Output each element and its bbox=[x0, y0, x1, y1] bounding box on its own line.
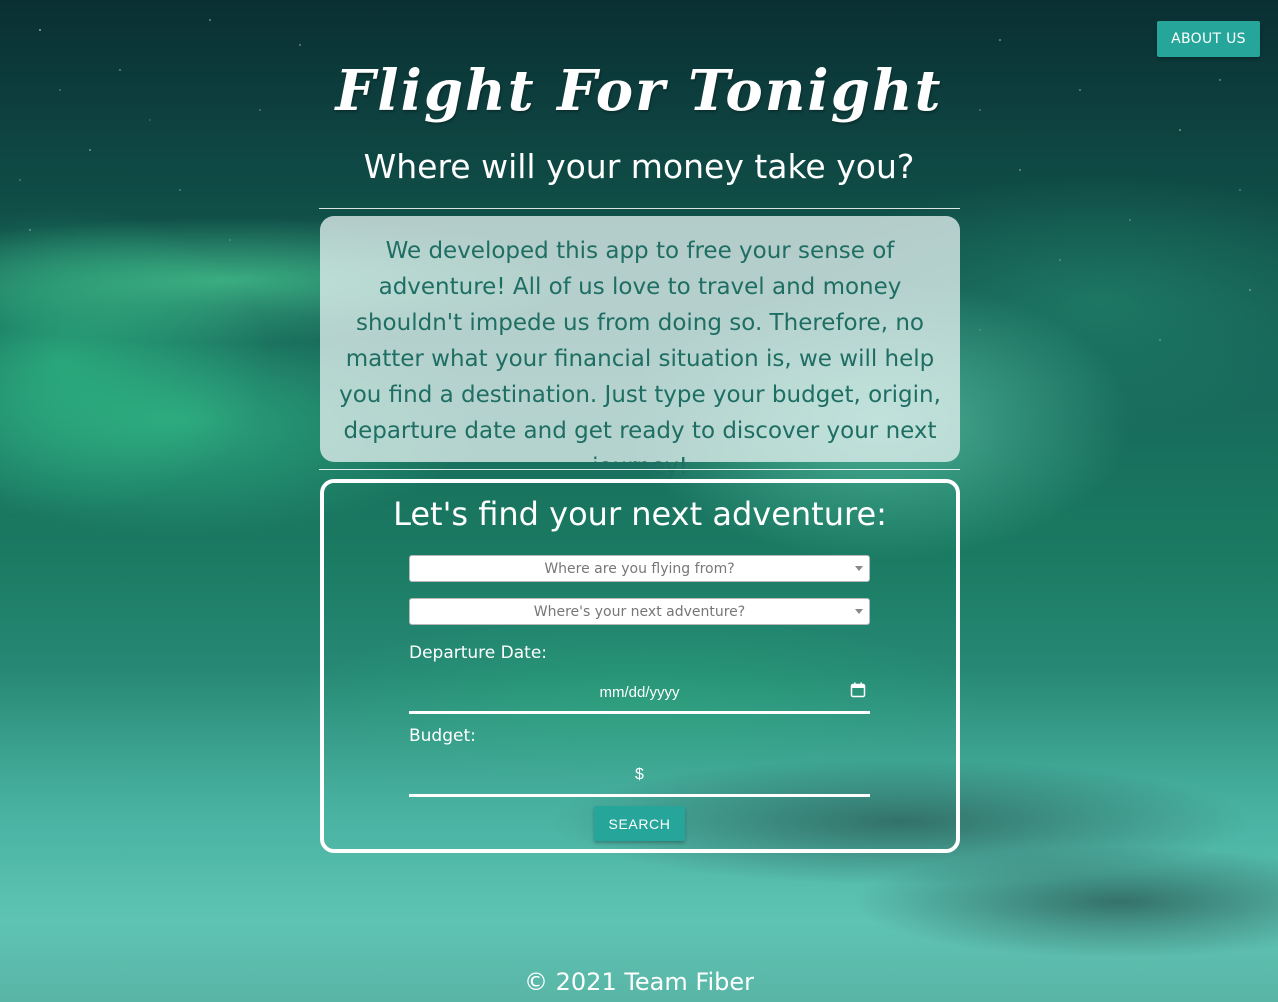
origin-select[interactable]: Where are you flying from? bbox=[409, 555, 870, 582]
date-placeholder: mm/dd/yyyy bbox=[599, 684, 680, 701]
budget-input[interactable]: $ bbox=[409, 756, 870, 797]
page-title: Flight For Tonight bbox=[335, 58, 943, 124]
budget-label: Budget: bbox=[409, 726, 476, 746]
about-description: We developed this app to free your sense… bbox=[320, 216, 960, 480]
destination-select-placeholder: Where's your next adventure? bbox=[533, 603, 746, 620]
departure-date-input[interactable]: mm/dd/yyyy bbox=[409, 674, 870, 714]
search-button[interactable]: SEARCH bbox=[594, 806, 685, 841]
destination-select[interactable]: Where's your next adventure? bbox=[409, 598, 870, 625]
calendar-icon[interactable] bbox=[850, 682, 866, 698]
caret-down-icon bbox=[855, 566, 863, 571]
about-us-button[interactable]: ABOUT US bbox=[1157, 21, 1260, 57]
caret-down-icon bbox=[855, 609, 863, 614]
origin-select-placeholder: Where are you flying from? bbox=[544, 560, 735, 577]
page-subtitle: Where will your money take you? bbox=[363, 147, 915, 186]
footer-copyright: © 2021 Team Fiber bbox=[524, 968, 754, 996]
departure-date-label: Departure Date: bbox=[409, 643, 548, 663]
divider bbox=[319, 208, 960, 209]
budget-currency-prefix: $ bbox=[635, 766, 644, 783]
divider bbox=[319, 469, 960, 470]
search-heading: Let's find your next adventure: bbox=[393, 495, 887, 533]
